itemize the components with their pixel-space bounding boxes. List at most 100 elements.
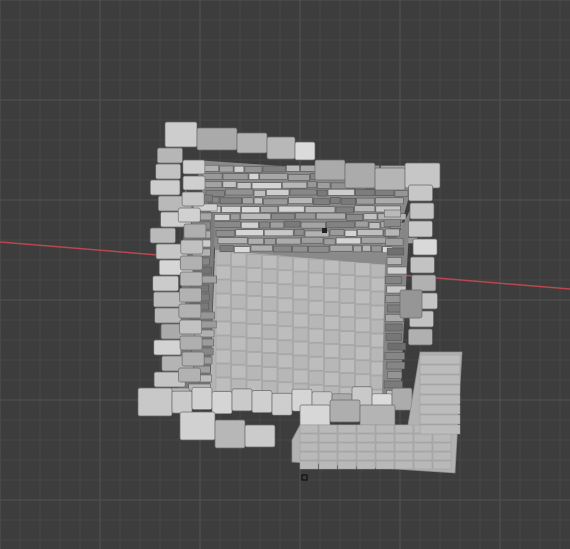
- wall-stone: [386, 266, 408, 275]
- wall-stone: [386, 257, 402, 265]
- wall-stone: [304, 206, 336, 213]
- floor-tile: [370, 263, 386, 278]
- wall-stone: [213, 221, 241, 228]
- rim-stone: [271, 392, 293, 416]
- wall-stone: [326, 221, 355, 229]
- rim-stone: [181, 351, 205, 367]
- wall-stone: [353, 245, 362, 253]
- wall-stone: [330, 197, 341, 204]
- rim-stone: [214, 419, 246, 449]
- rim-stone: [408, 328, 433, 346]
- floor-tile: [339, 373, 355, 387]
- viewport-canvas[interactable]: [0, 0, 570, 549]
- floor-tile: [370, 277, 386, 292]
- inner-origin-icon[interactable]: [322, 228, 327, 233]
- wall-stone: [386, 247, 404, 256]
- floor-tile: [262, 325, 278, 339]
- platform-stone: [299, 433, 319, 443]
- platform-stone: [419, 424, 461, 435]
- wall-stone: [271, 213, 295, 220]
- wall-stone: [346, 214, 364, 221]
- floor-tile: [293, 285, 309, 300]
- wall-stone: [387, 342, 406, 351]
- wall-stone: [368, 222, 381, 229]
- wall-stone: [289, 188, 317, 196]
- wall-stone: [317, 182, 331, 189]
- floor-tile: [262, 311, 278, 325]
- rim-stone: [164, 121, 198, 148]
- 3d-viewport[interactable]: [0, 0, 570, 549]
- wall-stone: [383, 219, 401, 227]
- floor-tile: [339, 359, 355, 373]
- platform-stone: [375, 460, 395, 470]
- floor-tile: [231, 280, 247, 295]
- floor-tile: [262, 269, 278, 283]
- wall-stone: [385, 323, 403, 332]
- wall-stone: [307, 181, 317, 188]
- floor-tile: [324, 372, 340, 386]
- rim-stone: [408, 220, 433, 238]
- floor-tile: [277, 312, 293, 327]
- floor-tile: [308, 300, 324, 315]
- wall-stone: [234, 246, 251, 253]
- platform-stone: [375, 442, 395, 452]
- floor-tile: [215, 335, 231, 350]
- rim-stone: [399, 289, 423, 319]
- wall-stone: [356, 197, 375, 205]
- wall-stone: [262, 165, 286, 173]
- floor-tile: [277, 326, 293, 341]
- floor-tile: [246, 366, 262, 380]
- wall-stone: [203, 181, 223, 188]
- wall-stone: [278, 205, 305, 213]
- platform-stone: [413, 442, 433, 452]
- floor-tile: [324, 302, 340, 316]
- platform-stone: [318, 451, 338, 461]
- floor-tile: [231, 364, 247, 379]
- floor-tile: [215, 363, 231, 378]
- wall-stone: [363, 213, 378, 220]
- floor-tile: [355, 360, 371, 375]
- floor-tile: [231, 252, 247, 267]
- floor-tile: [355, 304, 371, 319]
- rim-stone: [179, 255, 203, 271]
- floor-tile: [324, 316, 340, 330]
- rim-stone: [153, 339, 182, 356]
- rim-stone: [196, 127, 238, 151]
- rim-stone: [179, 271, 203, 287]
- wall-stone: [241, 221, 259, 229]
- platform-stone: [419, 394, 461, 405]
- floor-tile: [215, 307, 231, 322]
- floor-tile: [308, 370, 324, 385]
- floor-tile: [231, 322, 247, 337]
- wall-stone: [253, 197, 263, 205]
- rim-stone: [244, 424, 276, 448]
- floor-tile: [324, 260, 340, 274]
- floor-tile: [231, 294, 247, 309]
- wall-stone: [260, 206, 279, 213]
- wall-stone: [248, 173, 260, 180]
- wall-stone: [384, 209, 401, 218]
- floor-tile: [293, 299, 309, 314]
- object-origin-icon[interactable]: [301, 474, 308, 481]
- tower-mesh[interactable]: [137, 121, 463, 474]
- platform-stone: [419, 354, 461, 365]
- wall-stone: [259, 173, 288, 180]
- wall-stone: [235, 229, 264, 237]
- wall-stone: [288, 197, 313, 204]
- wall-stone: [308, 245, 330, 253]
- wall-stone: [344, 229, 357, 237]
- platform-stone: [413, 433, 433, 443]
- wall-stone: [247, 237, 264, 245]
- floor-tile: [324, 330, 340, 344]
- rim-stone: [314, 159, 346, 181]
- wall-stone: [250, 244, 273, 252]
- floor-tile: [231, 308, 247, 323]
- wall-stone: [242, 197, 254, 205]
- rim-stone: [179, 287, 202, 303]
- wall-stone: [241, 206, 260, 214]
- wall-stone: [263, 198, 288, 206]
- floor-tile: [246, 282, 262, 296]
- platform-stone: [419, 414, 461, 425]
- floor-tile: [262, 297, 278, 311]
- rim-stone: [236, 132, 268, 154]
